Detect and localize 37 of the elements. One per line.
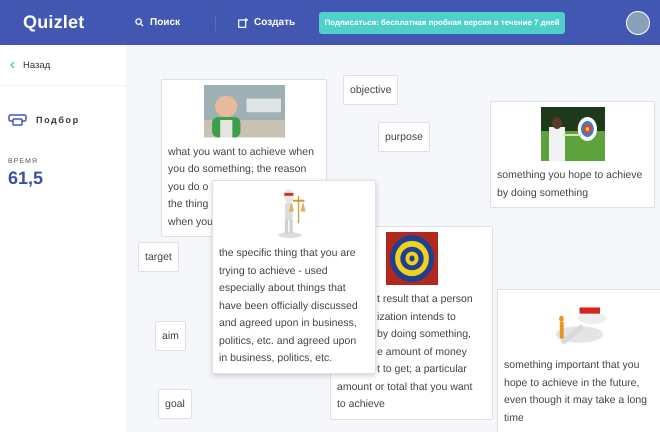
definition-text: hope to achieve in the future, [504,376,640,390]
definition-text: when you [168,214,214,230]
avatar[interactable] [626,10,650,34]
definition-text: even though it may take a long [504,393,648,408]
definition-text: ization intends to [377,310,457,324]
definition-text: something important that you [504,358,640,373]
term-tile[interactable]: goal [158,389,192,419]
definition-text: e amount of money [377,344,468,360]
definition-text: by doing something [497,186,590,200]
add-card-icon [238,18,248,28]
definition-card[interactable]: something important that you hope to achieve in the future, even though it may take a long time [497,289,660,432]
definition-text: you do something; the reason [168,162,308,177]
definition-text: you do o [168,180,210,194]
definition-card[interactable]: something you hope to achieve by doing something [490,101,655,208]
term-tile[interactable]: purpose [378,122,430,152]
definition-text: amount or total that you want [337,380,474,394]
definition-text: t to get; a particular [377,362,468,377]
search-button[interactable]: Поиск [135,17,180,28]
definition-text: the thing [168,197,210,212]
definition-text: by doing something, [377,327,472,342]
definition-text: something you hope to achieve [497,168,644,183]
create-button[interactable]: Создать [238,17,296,28]
search-icon [135,18,144,27]
definition-text: to achieve [337,397,386,412]
mode-title: Подбор [36,115,80,125]
cards-icon [8,114,27,126]
time-value: 61,5 [8,168,44,189]
logo[interactable]: Quizlet [23,12,135,33]
definition-text: trying to achieve - used [219,264,329,278]
term-tile[interactable]: target [138,242,179,272]
term-tile[interactable]: objective [343,75,398,105]
chevron-left-icon [10,61,15,69]
dragged-card-overlay[interactable] [212,180,376,374]
definition-text: what you want to achieve when [168,144,315,160]
definition-text: time [504,410,525,426]
term-tile[interactable]: aim [155,321,186,351]
definition-text: t result that a person [377,292,474,307]
